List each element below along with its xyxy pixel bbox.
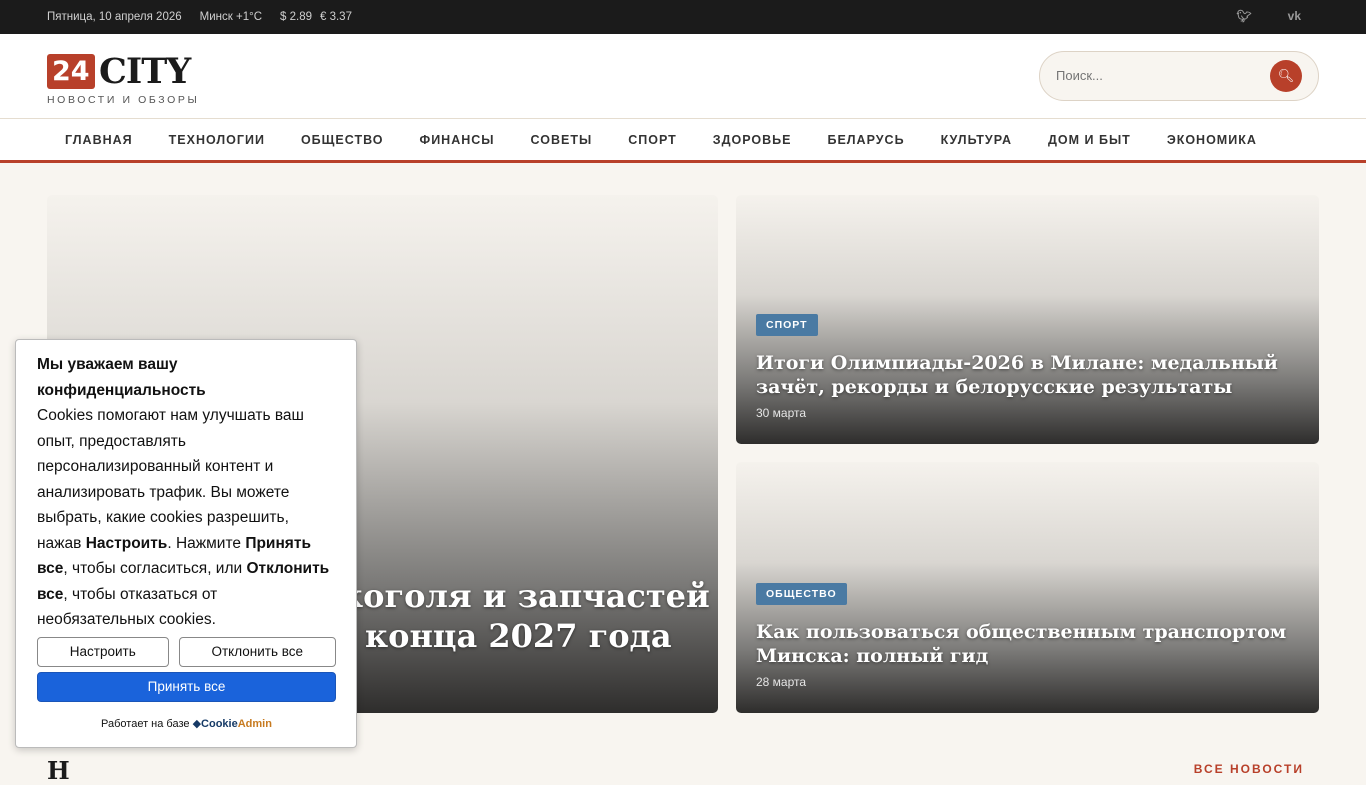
cookie-text-part: , чтобы отказаться от необязательных coo… xyxy=(37,585,218,629)
brand-part: Admin xyxy=(237,717,272,730)
all-news-link[interactable]: ВСЕ НОВОСТИ xyxy=(1194,762,1304,776)
cookie-text-bold: Настроить xyxy=(85,534,168,552)
usd-rate: $ 2.89 xyxy=(280,11,312,23)
logo-tagline: НОВОСТИ И ОБЗОРЫ xyxy=(47,94,200,106)
nav-item[interactable]: ТЕХНОЛОГИИ xyxy=(151,119,283,160)
logo-name: CITY xyxy=(99,51,191,92)
article-title[interactable]: Как пользоваться общественным транспорто… xyxy=(756,620,1289,668)
main-nav: ГЛАВНАЯ ТЕХНОЛОГИИ ОБЩЕСТВО ФИНАНСЫ СОВЕ… xyxy=(0,118,1366,163)
nav-item[interactable]: ЗДОРОВЬЕ xyxy=(695,119,810,160)
category-badge[interactable]: ОБЩЕСТВО xyxy=(756,583,847,605)
logo-number: 24 xyxy=(47,54,95,89)
featured-title-line: конца 2027 года xyxy=(365,617,672,655)
article-date: 28 марта xyxy=(756,675,807,689)
search-box: 🔍︎ xyxy=(1039,51,1319,101)
article-date: 30 марта xyxy=(756,406,807,420)
top-bar: Пятница, 10 апреля 2026 Минск +1°C $ 2.8… xyxy=(0,0,1366,34)
section-title: Н xyxy=(47,756,70,785)
powered-by[interactable]: Работает на базе ◆CookieAdmin xyxy=(37,712,336,738)
shield-icon: ◆ xyxy=(192,717,202,730)
cookie-text-part: Cookies помогают нам улучшать ваш опыт, … xyxy=(37,407,304,552)
customize-button[interactable]: Настроить xyxy=(37,636,169,667)
nav-item[interactable]: КУЛЬТУРА xyxy=(923,119,1030,160)
nav-item[interactable]: ЭКОНОМИКА xyxy=(1149,119,1275,160)
powered-by-label: Работает на базе xyxy=(101,717,190,730)
nav-item[interactable]: ФИНАНСЫ xyxy=(402,119,513,160)
header: 24 CITY НОВОСТИ И ОБЗОРЫ 🔍︎ xyxy=(0,34,1366,118)
search-input[interactable] xyxy=(1056,68,1256,83)
cookie-consent-dialog: Мы уважаем вашу конфиденциальность Cooki… xyxy=(15,339,357,748)
weather: Минск +1°C xyxy=(199,11,263,23)
nav-item[interactable]: ОБЩЕСТВО xyxy=(283,119,402,160)
nav-item[interactable]: ДОМ И БЫТ xyxy=(1030,119,1149,160)
nav-item[interactable]: СПОРТ xyxy=(610,119,695,160)
article-title[interactable]: Итоги Олимпиады-2026 в Милане: медальный… xyxy=(756,351,1289,399)
accept-all-button[interactable]: Принять все xyxy=(37,671,336,702)
nav-item[interactable]: БЕЛАРУСЬ xyxy=(809,119,922,160)
nav-item[interactable]: СОВЕТЫ xyxy=(513,119,611,160)
featured-title-line: коголя и запчастей из xyxy=(340,577,718,615)
search-button[interactable]: 🔍︎ xyxy=(1270,60,1302,92)
nav-item[interactable]: ГЛАВНАЯ xyxy=(47,119,151,160)
article-card[interactable]: СПОРТ Итоги Олимпиады-2026 в Милане: мед… xyxy=(736,195,1319,444)
article-card[interactable]: ОБЩЕСТВО Как пользоваться общественным т… xyxy=(736,462,1319,713)
search-icon: 🔍︎ xyxy=(1277,68,1295,83)
eur-rate: € 3.37 xyxy=(320,11,352,23)
logo[interactable]: 24 CITY НОВОСТИ И ОБЗОРЫ xyxy=(47,51,199,106)
twitter-icon[interactable]: 🐦︎ xyxy=(1236,9,1251,23)
cookie-text: Мы уважаем вашу конфиденциальность Cooki… xyxy=(37,352,336,633)
reject-all-button[interactable]: Отклонить все xyxy=(178,636,336,667)
category-badge[interactable]: СПОРТ xyxy=(756,314,818,336)
cookie-text-part: , чтобы согласиться, или xyxy=(63,560,247,577)
brand-part: Cookie xyxy=(201,717,238,730)
cookie-text-part: . Нажмите xyxy=(167,534,246,552)
vk-icon[interactable]: vk xyxy=(1288,9,1301,23)
date: Пятница, 10 апреля 2026 xyxy=(47,11,182,23)
cookie-heading: Мы уважаем вашу конфиденциальность xyxy=(37,356,206,399)
